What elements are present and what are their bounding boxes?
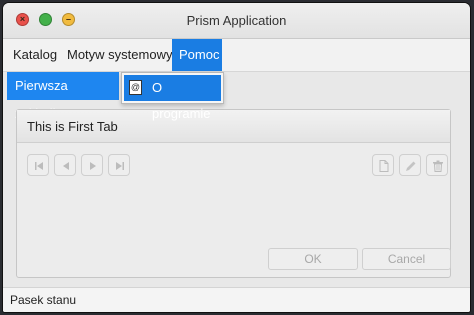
menu-pomoc[interactable]: Pomoc — [172, 39, 222, 71]
title-bar: × – Prism Application — [3, 3, 470, 39]
window-title: Prism Application — [186, 13, 287, 28]
delete-button[interactable] — [426, 154, 448, 176]
delete-trash-icon — [433, 160, 443, 172]
menu-bar: Katalog Motyw systemowy Pomoc — [3, 39, 470, 72]
menu-item-label: O programie — [152, 80, 211, 121]
status-text: Pasek stanu — [10, 293, 77, 307]
status-bar: Pasek stanu — [3, 287, 470, 312]
first-icon — [35, 162, 43, 170]
tab-content-panel: This is First Tab OK Cancel — [16, 109, 451, 278]
new-document-icon — [379, 160, 389, 172]
panel-title: This is First Tab — [27, 119, 118, 134]
menu-item-o-programie[interactable]: @ O programie — [124, 75, 221, 121]
edit-button[interactable] — [399, 154, 421, 176]
application-window: × – Prism Application Katalog Motyw syst… — [3, 3, 470, 312]
last-icon — [116, 162, 124, 170]
last-button[interactable] — [108, 154, 130, 176]
next-button[interactable] — [81, 154, 103, 176]
help-dropdown-menu: @ O programie — [121, 72, 224, 121]
panel-header: This is First Tab — [17, 110, 450, 143]
new-document-button[interactable] — [372, 154, 394, 176]
menu-katalog[interactable]: Katalog — [7, 39, 63, 71]
about-icon: @ — [129, 80, 142, 95]
menu-motyw-systemowy[interactable]: Motyw systemowy — [61, 39, 178, 71]
first-button[interactable] — [27, 154, 49, 176]
previous-button[interactable] — [54, 154, 76, 176]
previous-icon — [63, 162, 69, 170]
next-icon — [90, 162, 96, 170]
edit-pencil-icon — [406, 161, 416, 171]
tab-pierwsza-zakladka[interactable]: Pierwsza zakładka — [7, 72, 119, 121]
tab-strip: Pierwsza zakładka — [3, 72, 470, 121]
ok-button[interactable]: OK — [268, 248, 358, 270]
cancel-button[interactable]: Cancel — [362, 248, 451, 270]
